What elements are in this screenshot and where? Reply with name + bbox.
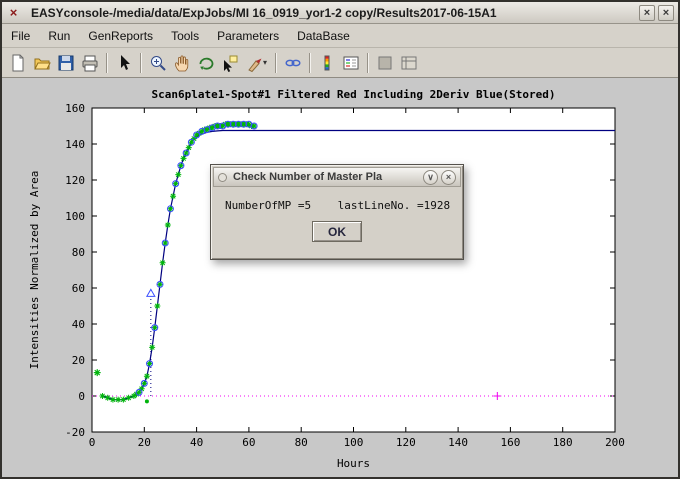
toolbar: ▾ — [2, 48, 678, 78]
new-file-icon — [8, 53, 28, 73]
toolbar-separator — [140, 53, 142, 73]
svg-text:100: 100 — [344, 436, 364, 449]
svg-text:60: 60 — [72, 282, 85, 295]
new-file-button[interactable] — [6, 51, 30, 75]
insert-legend-icon — [341, 53, 361, 73]
svg-text:140: 140 — [65, 138, 85, 151]
svg-text:Intensities Normalized by Area: Intensities Normalized by Area — [28, 171, 41, 370]
dialog-dot-icon — [218, 173, 227, 182]
cursor-arrow-icon — [114, 53, 134, 73]
save-icon — [56, 53, 76, 73]
svg-text:0: 0 — [89, 436, 96, 449]
menu-item-genreports[interactable]: GenReports — [79, 26, 162, 46]
insert-colorbar-button[interactable] — [315, 51, 339, 75]
ok-button[interactable]: OK — [312, 221, 362, 242]
svg-text:80: 80 — [295, 436, 308, 449]
plot-canvas[interactable]: 0 20 40 60 80 100 120 140 160 180 200 -20 0 20 40 60 80 1… — [2, 78, 678, 477]
svg-text:160: 160 — [65, 102, 85, 115]
open-folder-icon — [32, 53, 52, 73]
save-button[interactable] — [54, 51, 78, 75]
insert-legend-button[interactable] — [339, 51, 363, 75]
print-button[interactable] — [78, 51, 102, 75]
svg-text:160: 160 — [500, 436, 520, 449]
brush-icon — [244, 53, 264, 73]
svg-text:20: 20 — [72, 354, 85, 367]
svg-text:200: 200 — [605, 436, 625, 449]
toolbar-separator — [367, 53, 369, 73]
svg-text:80: 80 — [72, 246, 85, 259]
dialog-body: NumberOfMP =5 lastLineNo. =1928 OK — [211, 189, 463, 242]
svg-text:120: 120 — [396, 436, 416, 449]
rotate-3d-button[interactable] — [194, 51, 218, 75]
dialog-message: NumberOfMP =5 lastLineNo. =1928 — [225, 199, 449, 212]
minimize-button[interactable]: × — [639, 5, 655, 21]
menu-item-run[interactable]: Run — [39, 26, 79, 46]
app-window: × EASYconsole-/media/data/ExpJobs/MI 16_… — [0, 0, 680, 479]
dialog-check-number-of-master-plates: Check Number of Master Pla ∨ × NumberOfM… — [210, 164, 464, 260]
svg-text:120: 120 — [65, 174, 85, 187]
app-icon: × — [6, 5, 21, 20]
close-button[interactable]: × — [658, 5, 674, 21]
pan-hand-button[interactable] — [170, 51, 194, 75]
link-plots-button[interactable] — [281, 51, 305, 75]
menu-bar: File Run GenReports Tools Parameters Dat… — [2, 24, 678, 48]
svg-text:180: 180 — [553, 436, 573, 449]
toolbar-separator — [275, 53, 277, 73]
menu-item-tools[interactable]: Tools — [162, 26, 208, 46]
svg-text:140: 140 — [448, 436, 468, 449]
show-plot-tools-icon — [399, 53, 419, 73]
menu-item-parameters[interactable]: Parameters — [208, 26, 288, 46]
zoom-in-button[interactable] — [146, 51, 170, 75]
dialog-title: Check Number of Master Pla — [233, 171, 420, 183]
toolbar-separator — [309, 53, 311, 73]
svg-text:20: 20 — [138, 436, 151, 449]
dialog-titlebar[interactable]: Check Number of Master Pla ∨ × — [213, 167, 461, 187]
zoom-in-icon — [148, 53, 168, 73]
svg-text:40: 40 — [72, 318, 85, 331]
data-cursor-button[interactable] — [218, 51, 242, 75]
svg-text:Scan6plate1-Spot#1 Filtered Re: Scan6plate1-Spot#1 Filtered Red Includin… — [152, 88, 556, 101]
svg-text:100: 100 — [65, 210, 85, 223]
hide-plot-tools-icon — [375, 53, 395, 73]
svg-text:60: 60 — [242, 436, 255, 449]
cursor-button[interactable] — [112, 51, 136, 75]
toolbar-separator — [106, 53, 108, 73]
data-cursor-icon — [220, 53, 240, 73]
hide-plot-tools-button[interactable] — [373, 51, 397, 75]
figure-area: 0 20 40 60 80 100 120 140 160 180 200 -20 0 20 40 60 80 1… — [2, 78, 678, 477]
svg-text:0: 0 — [78, 390, 85, 403]
insert-colorbar-icon — [317, 53, 337, 73]
svg-text:Hours: Hours — [337, 457, 370, 470]
print-icon — [80, 53, 100, 73]
dialog-close-button[interactable]: × — [441, 170, 456, 185]
brush-dropdown-caret-icon[interactable]: ▾ — [263, 58, 271, 67]
svg-text:-20: -20 — [65, 426, 85, 439]
rotate-3d-icon — [196, 53, 216, 73]
menu-item-file[interactable]: File — [2, 26, 39, 46]
link-plots-icon — [283, 53, 303, 73]
window-titlebar[interactable]: × EASYconsole-/media/data/ExpJobs/MI 16_… — [2, 2, 678, 24]
dialog-collapse-button[interactable]: ∨ — [423, 170, 438, 185]
svg-text:40: 40 — [190, 436, 203, 449]
menu-item-database[interactable]: DataBase — [288, 26, 359, 46]
pan-hand-icon — [172, 53, 192, 73]
window-title: EASYconsole-/media/data/ExpJobs/MI 16_09… — [31, 6, 636, 20]
open-file-button[interactable] — [30, 51, 54, 75]
show-plot-tools-button[interactable] — [397, 51, 421, 75]
